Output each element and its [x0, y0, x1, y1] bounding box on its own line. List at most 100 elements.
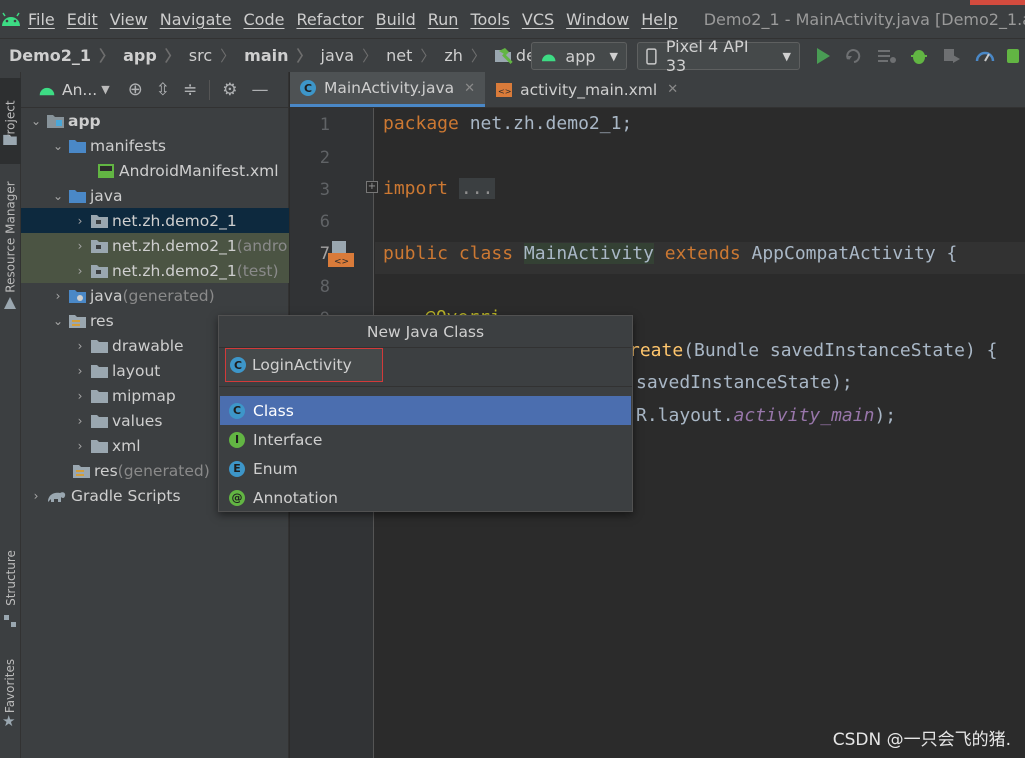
kind-option-enum[interactable]: E Enum — [220, 454, 631, 483]
folder-icon — [69, 139, 86, 153]
menu-edit[interactable]: Edit — [61, 10, 104, 29]
tree-label: net.zh.demo2_1 — [112, 211, 237, 230]
chevron-right-icon: 〉 — [420, 47, 436, 65]
gear-icon[interactable]: ⚙ — [222, 80, 237, 100]
collapse-all-icon[interactable]: ≑ — [183, 80, 197, 100]
breadcrumb-app[interactable]: app 〉 — [114, 45, 180, 66]
breadcrumb-java[interactable]: java 〉 — [312, 45, 378, 66]
tree-item-package-androidtest[interactable]: › net.zh.demo2_1 (andro — [21, 233, 289, 258]
class-file-icon: C — [300, 80, 316, 96]
hide-panel-icon[interactable]: — — [252, 80, 269, 100]
kind-option-class[interactable]: C Class — [220, 396, 631, 425]
locate-icon[interactable]: ⊕ — [128, 79, 143, 100]
tree-item-java[interactable]: ⌄ java — [21, 183, 289, 208]
device-manager-icon[interactable] — [1005, 47, 1025, 65]
code-line-10: reate(Bundle savedInstanceState) { — [629, 340, 997, 361]
close-icon[interactable]: ✕ — [464, 81, 475, 96]
keyword: public — [383, 243, 449, 264]
chevron-right-icon: › — [77, 263, 83, 278]
attach-debugger-icon[interactable] — [942, 47, 962, 65]
tree-suffix: (test) — [236, 261, 279, 280]
tree-label: res — [94, 461, 118, 480]
menu-code[interactable]: Code — [238, 10, 291, 29]
new-java-class-dialog: New Java Class C C Class I Interface E E… — [218, 315, 633, 512]
manifest-file-icon — [98, 163, 114, 178]
build-hammer-icon[interactable] — [497, 47, 517, 65]
breadcrumb-label: app — [123, 46, 157, 65]
chevron-right-icon: › — [77, 413, 83, 428]
breadcrumb-zh[interactable]: zh 〉 — [435, 45, 486, 66]
window-title: Demo2_1 - MainActivity.java [Demo2_1.a — [703, 9, 1025, 29]
menu-refactor[interactable]: Refactor — [290, 10, 369, 29]
tab-activity-main-xml[interactable]: <> activity_main.xml ✕ — [485, 72, 688, 107]
chevron-right-icon: › — [77, 338, 83, 353]
run-config-select[interactable]: app ▼ — [531, 42, 627, 70]
tree-item-android-manifest[interactable]: AndroidManifest.xml — [21, 158, 289, 183]
device-select[interactable]: Pixel 4 API 33 ▼ — [637, 37, 800, 75]
chevron-right-icon: › — [33, 488, 39, 503]
tree-label: net.zh.demo2_1 — [112, 261, 237, 280]
breadcrumb-label: zh — [444, 46, 463, 65]
project-tool-button[interactable]: Project — [0, 78, 21, 164]
tree-label: net.zh.demo2_1 — [112, 236, 237, 255]
resource-manager-tool-button[interactable]: Resource Manager — [0, 172, 21, 302]
android-studio-logo-icon — [0, 0, 22, 38]
chevron-down-icon: ⌄ — [52, 138, 64, 153]
class-name-input[interactable] — [252, 356, 372, 374]
apply-code-changes-icon[interactable] — [877, 47, 897, 65]
breadcrumb-net[interactable]: net 〉 — [377, 45, 435, 66]
profiler-icon[interactable] — [975, 47, 995, 65]
gradle-icon — [48, 491, 66, 502]
menu-help[interactable]: Help — [635, 10, 683, 29]
tree-item-java-generated[interactable]: › java (generated) — [21, 283, 289, 308]
structure-icon — [4, 615, 16, 627]
expand-all-icon[interactable]: ⇳ — [156, 80, 170, 100]
code-text: R.layout. — [636, 405, 734, 426]
tree-label: drawable — [112, 336, 184, 355]
tree-label: Gradle Scripts — [71, 486, 181, 505]
phone-icon — [646, 47, 657, 65]
code-text: AppCompatActivity { — [740, 243, 958, 264]
line-number: 1 — [319, 115, 330, 135]
project-view-select[interactable]: An... — [62, 81, 97, 99]
line-number: 3 — [319, 180, 330, 200]
resource-folder-icon — [69, 314, 86, 328]
debug-icon[interactable] — [909, 47, 929, 65]
kind-option-annotation[interactable]: @ Annotation — [220, 483, 631, 512]
kind-option-interface[interactable]: I Interface — [220, 425, 631, 454]
navigation-bar: Demo2_1 〉 app 〉 src 〉 main 〉 java 〉 net 〉 zh 〉 … — [0, 37, 1025, 75]
run-icon[interactable] — [815, 47, 831, 65]
tree-item-manifests[interactable]: ⌄ manifests — [21, 133, 289, 158]
menu-window[interactable]: Window — [560, 10, 635, 29]
class-name-field[interactable]: C — [225, 348, 383, 382]
dropdown-arrow-icon: ▼ — [782, 49, 791, 63]
code-text: net.zh.demo2_1; — [458, 113, 633, 134]
tree-item-app[interactable]: ⌄ app — [21, 108, 289, 133]
chevron-right-icon: › — [77, 213, 83, 228]
tree-label: res — [90, 311, 114, 330]
field-reference: activity_main — [733, 405, 875, 426]
dropdown-arrow-icon[interactable]: ▼ — [101, 83, 109, 96]
layout-gutter-icon[interactable]: <> — [328, 239, 356, 269]
folded-imports[interactable]: ... — [458, 178, 496, 199]
menu-view[interactable]: View — [104, 10, 154, 29]
apply-changes-icon[interactable] — [845, 47, 863, 65]
tree-item-package-test[interactable]: › net.zh.demo2_1 (test) — [21, 258, 289, 283]
class-icon: C — [229, 402, 245, 419]
menu-file[interactable]: File — [22, 10, 61, 29]
close-icon[interactable]: ✕ — [667, 82, 678, 97]
tree-item-package-main[interactable]: › net.zh.demo2_1 — [21, 208, 289, 233]
menu-tools[interactable]: Tools — [464, 10, 515, 29]
window-accent-strip — [970, 0, 1025, 5]
chevron-right-icon: › — [77, 388, 83, 403]
android-icon — [39, 87, 55, 96]
breadcrumb-main[interactable]: main 〉 — [235, 45, 311, 66]
menu-navigate[interactable]: Navigate — [154, 10, 238, 29]
breadcrumb-src[interactable]: src 〉 — [180, 45, 235, 66]
menu-build[interactable]: Build — [370, 10, 422, 29]
menu-run[interactable]: Run — [422, 10, 465, 29]
breadcrumb-project[interactable]: Demo2_1 〉 — [0, 45, 114, 66]
menu-vcs[interactable]: VCS — [516, 10, 560, 29]
structure-tool-button[interactable]: Structure — [0, 538, 21, 618]
tab-mainactivity[interactable]: C MainActivity.java ✕ — [290, 72, 486, 107]
